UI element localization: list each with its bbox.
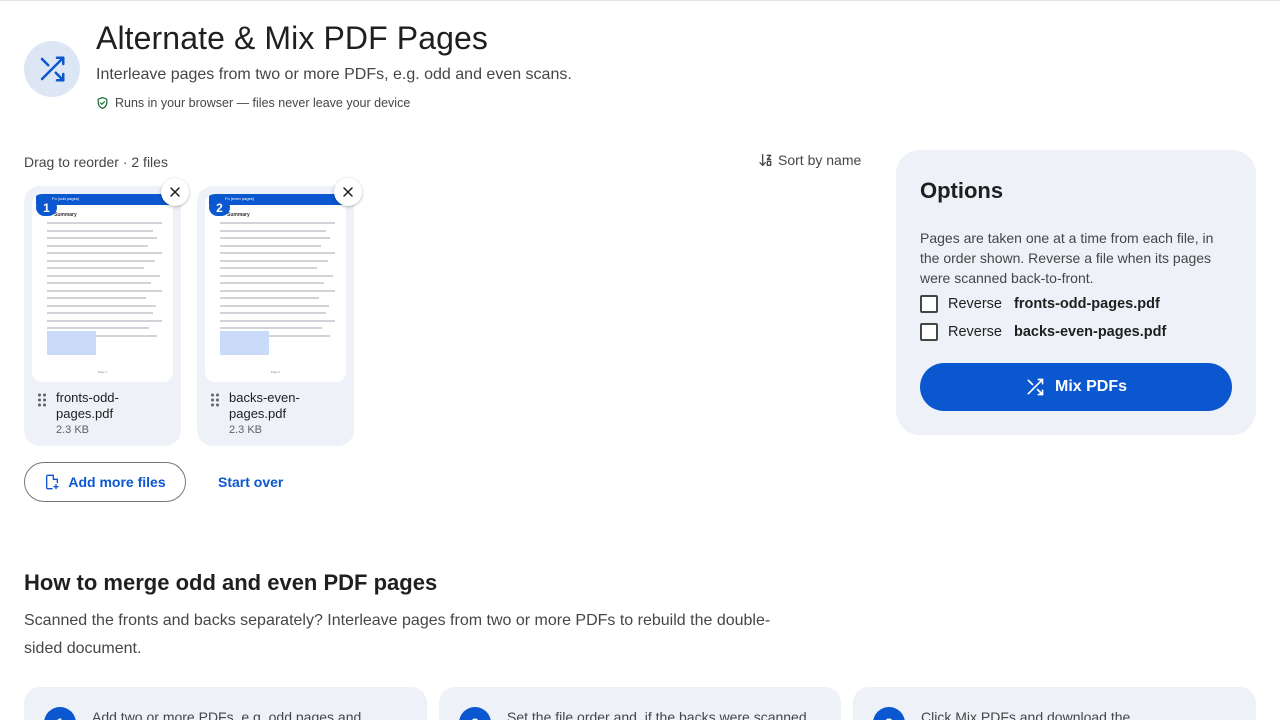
options-title: Options: [920, 178, 1004, 203]
shuffle-icon: [1027, 378, 1044, 396]
reverse-checkbox[interactable]: [920, 323, 938, 341]
thumbnail-heading: Summary: [227, 212, 250, 218]
howto-description: Scanned the fronts and backs separately?…: [24, 612, 771, 657]
step-text: Add two or more PDFs, e.g. odd pages and: [92, 709, 362, 720]
page-title: Alternate & Mix PDF Pages: [96, 20, 488, 56]
add-more-files-button[interactable]: Add more files: [24, 462, 186, 502]
options-description: Pages are taken one at a time from each …: [920, 230, 1214, 286]
thumbnail-image-block: [220, 331, 269, 355]
drag-handle-icon[interactable]: [210, 393, 220, 407]
top-divider: [0, 0, 1280, 1]
sort-icon: [759, 154, 772, 166]
reverse-file-option[interactable]: Reverse backs-even-pages.pdf: [920, 323, 1166, 341]
privacy-note-text: Runs in your browser — files never leave…: [115, 96, 411, 110]
thumbnail-footer: Page 1: [97, 370, 108, 374]
reverse-file-name: fronts-odd-pages.pdf: [1014, 296, 1160, 312]
options-panel: Options Pages are taken one at a time fr…: [896, 150, 1256, 435]
file-size: 2.3 KB: [229, 424, 263, 436]
file-card[interactable]: Fo (even pages) Summary Page 2 2 backs-e…: [197, 186, 354, 446]
sort-label: Sort by name: [778, 152, 862, 168]
close-icon: [170, 187, 180, 197]
sort-by-name-button[interactable]: Sort by name: [758, 152, 861, 168]
drag-handle-icon[interactable]: [37, 393, 47, 407]
close-icon: [343, 187, 353, 197]
reverse-file-option[interactable]: Reverse fronts-odd-pages.pdf: [920, 295, 1160, 313]
thumbnail-text-lines: [47, 222, 162, 342]
reverse-label: Reverse: [948, 324, 1002, 340]
page-thumbnail: Fo (even pages) Summary Page 2: [205, 194, 346, 382]
step-text: Click Mix PDFs and download the: [921, 709, 1131, 720]
hero-badge: [24, 41, 80, 97]
thumbnail-text-lines: [220, 222, 335, 342]
remove-file-button[interactable]: [161, 178, 189, 206]
howto-step: 2 Set the file order and, if the backs w…: [439, 687, 841, 720]
order-badge: 2: [209, 199, 230, 216]
page-subtitle: Interleave pages from two or more PDFs, …: [96, 66, 572, 83]
file-name: fronts-odd-pages.pdf: [56, 390, 119, 421]
remove-file-button[interactable]: [334, 178, 362, 206]
step-number: 3: [873, 707, 905, 720]
step-text: Set the file order and, if the backs wer…: [507, 709, 807, 720]
file-name: backs-even-pages.pdf: [229, 390, 300, 421]
privacy-note: Runs in your browser — files never leave…: [96, 96, 410, 110]
howto-step: 1 Add two or more PDFs, e.g. odd pages a…: [24, 687, 427, 720]
reverse-checkbox[interactable]: [920, 295, 938, 313]
start-over-button[interactable]: Start over: [206, 462, 295, 502]
file-add-icon: [46, 474, 60, 490]
shield-check-icon: [97, 96, 108, 110]
reverse-file-name: backs-even-pages.pdf: [1014, 324, 1167, 340]
thumbnail-image-block: [47, 331, 96, 355]
reverse-label: Reverse: [948, 296, 1002, 312]
step-number: 1: [44, 707, 76, 720]
add-more-files-label: Add more files: [68, 474, 166, 490]
file-card[interactable]: Fo (odd pages) Summary Page 1 1 fronts-o…: [24, 186, 181, 446]
thumbnail-footer: Page 2: [270, 370, 281, 374]
howto-title: How to merge odd and even PDF pages: [24, 570, 438, 595]
thumbnail-heading: Summary: [54, 212, 77, 218]
order-badge: 1: [36, 199, 57, 216]
page-thumbnail: Fo (odd pages) Summary Page 1: [32, 194, 173, 382]
file-size: 2.3 KB: [56, 424, 90, 436]
shuffle-icon: [40, 56, 65, 82]
step-number: 2: [459, 707, 491, 720]
files-count-label: Drag to reorder · 2 files: [24, 154, 168, 170]
mix-pdfs-label: Mix PDFs: [1054, 378, 1127, 395]
mix-pdfs-button[interactable]: Mix PDFs: [920, 363, 1232, 411]
howto-step: 3 Click Mix PDFs and download the: [853, 687, 1256, 720]
